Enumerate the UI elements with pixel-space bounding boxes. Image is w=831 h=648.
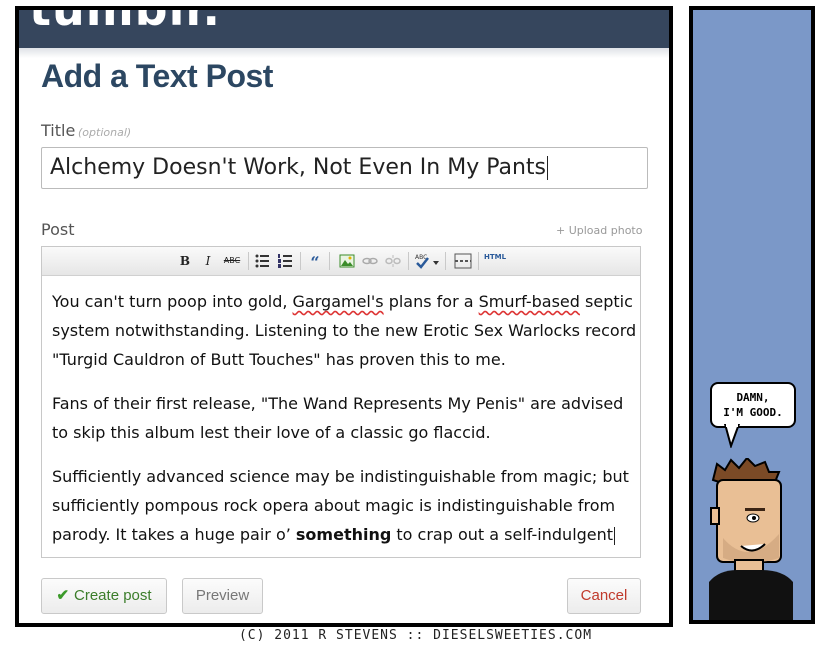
title-optional-hint: (optional) [78, 126, 132, 139]
post-label: Post [41, 220, 75, 239]
misspelled-word: Smurf-based [478, 292, 580, 311]
link-icon[interactable] [362, 253, 378, 269]
page-title: Add a Text Post [41, 58, 273, 94]
comic-panel: DAMN, I'M GOOD. [689, 6, 815, 624]
toolbar-divider [478, 252, 479, 270]
editor-paragraph: You can't turn poop into gold, Gargamel'… [52, 292, 637, 369]
speech-line: DAMN, [736, 391, 770, 404]
insert-image-icon[interactable] [339, 253, 355, 269]
editor-toolbar: B I ABC “ ABC HTML [42, 247, 640, 276]
preview-button[interactable]: Preview [182, 578, 263, 614]
speech-line: I'M GOOD. [723, 406, 783, 419]
header-shadow [19, 48, 669, 58]
upload-photo-link[interactable]: + Upload photo [556, 224, 642, 237]
bold-text: something [295, 525, 392, 544]
strikethrough-button[interactable]: ABC [221, 253, 243, 269]
editor-paragraph: Fans of their first release, "The Wand R… [52, 394, 624, 442]
toolbar-divider [445, 252, 446, 270]
toolbar-divider [329, 252, 330, 270]
misspelled-word: Gargamel's [292, 292, 384, 311]
toolbar-divider [408, 252, 409, 270]
toolbar-divider [248, 252, 249, 270]
rich-text-editor[interactable]: B I ABC “ ABC HTML You can't turn poop i… [41, 246, 641, 558]
title-value: Alchemy Doesn't Work, Not Even In My Pan… [50, 155, 547, 180]
tumblr-logo[interactable]: tumblr. [29, 10, 221, 36]
cancel-button[interactable]: Cancel [567, 578, 641, 614]
text-caret [547, 156, 549, 180]
italic-button[interactable]: I [201, 253, 215, 269]
speech-bubble: DAMN, I'M GOOD. [710, 382, 796, 428]
speech-bubble-tail [723, 424, 741, 448]
create-post-button[interactable]: ✔ Create post [41, 578, 167, 614]
unlink-icon[interactable] [385, 253, 401, 269]
toolbar-divider [300, 252, 301, 270]
title-label: Title [41, 121, 76, 140]
tumblr-header-bar: tumblr. [19, 10, 669, 48]
numbered-list-icon[interactable] [277, 253, 293, 269]
text-caret [614, 526, 616, 545]
checkmark-icon: ✔ [56, 587, 70, 604]
editor-paragraph: Sufficiently advanced science may be ind… [52, 467, 629, 545]
title-input[interactable]: Alchemy Doesn't Work, Not Even In My Pan… [41, 147, 648, 189]
page-break-icon[interactable] [454, 253, 472, 269]
copyright-footer: (C) 2011 R STEVENS :: DIESELSWEETIES.COM [238, 628, 593, 643]
html-mode-button[interactable]: HTML [483, 253, 507, 269]
pixel-character-avatar [709, 458, 793, 620]
blockquote-icon[interactable]: “ [306, 253, 324, 272]
spellcheck-icon[interactable]: ABC [414, 252, 440, 270]
post-editor-panel: tumblr. Add a Text Post Title (optional)… [15, 6, 673, 627]
editor-content[interactable]: You can't turn poop into gold, Gargamel'… [52, 287, 637, 564]
bulleted-list-icon[interactable] [254, 253, 270, 269]
bold-button[interactable]: B [178, 253, 192, 269]
